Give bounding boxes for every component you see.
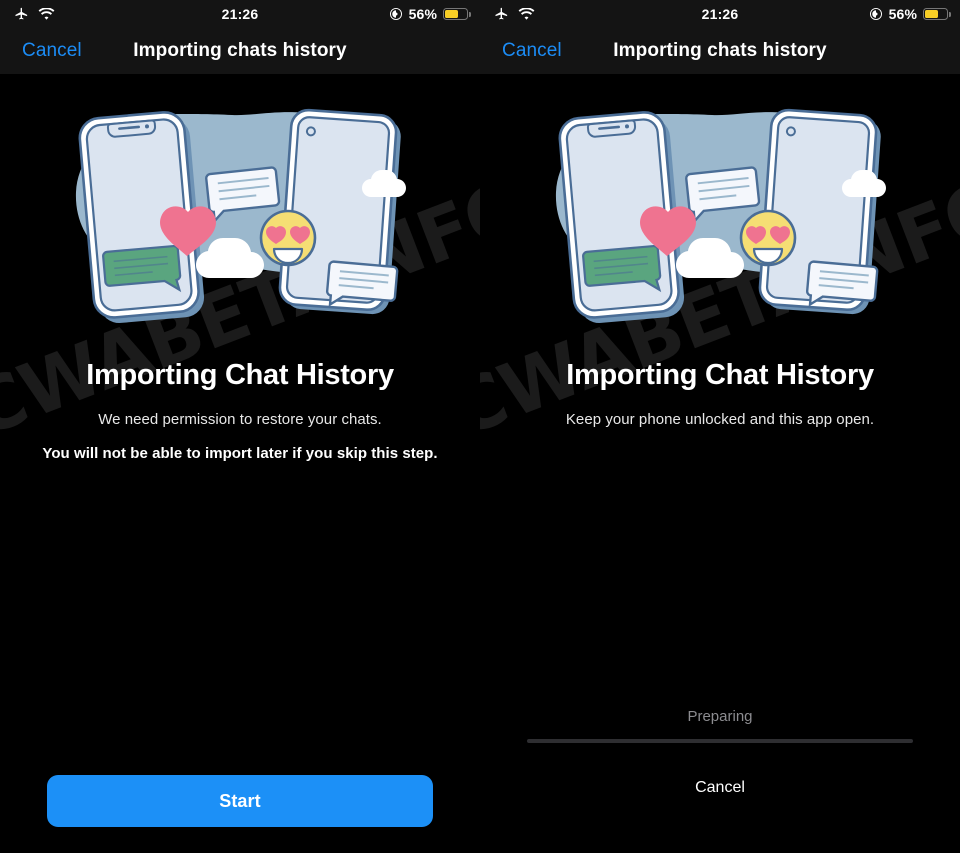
content-area: CWABETAINFO bbox=[0, 74, 480, 853]
chat-transfer-illustration bbox=[60, 88, 420, 328]
status-bar-right: 56% bbox=[389, 0, 471, 28]
start-button[interactable]: Start bbox=[47, 775, 433, 827]
panel-permission-step: 21:26 56% Cancel Importing chats history… bbox=[0, 0, 480, 853]
battery-icon bbox=[443, 8, 471, 20]
subtitle: Keep your phone unlocked and this app op… bbox=[565, 411, 875, 428]
page-title: Importing chats history bbox=[613, 40, 827, 61]
battery-percent-label: 56% bbox=[888, 6, 917, 22]
panel-progress-step: 21:26 56% Cancel Importing chats history… bbox=[480, 0, 960, 853]
battery-fill bbox=[925, 10, 939, 18]
heading: Importing Chat History bbox=[86, 359, 394, 391]
status-bar: 21:26 56% bbox=[480, 0, 960, 28]
warning-text: You will not be able to import later if … bbox=[42, 445, 438, 462]
content-area: CWABETAINFO bbox=[480, 74, 960, 853]
battery-icon bbox=[923, 8, 951, 20]
navigation-bar: Cancel Importing chats history bbox=[480, 28, 960, 74]
status-bar-right: 56% bbox=[869, 0, 951, 28]
location-icon bbox=[869, 7, 883, 21]
screenshot-pair: 21:26 56% Cancel Importing chats history… bbox=[0, 0, 960, 853]
battery-fill bbox=[445, 10, 459, 18]
status-bar: 21:26 56% bbox=[0, 0, 480, 28]
progress-bar bbox=[527, 739, 913, 743]
location-icon bbox=[389, 7, 403, 21]
progress-status-label: Preparing bbox=[687, 708, 753, 725]
navigation-bar: Cancel Importing chats history bbox=[0, 28, 480, 74]
subtitle: We need permission to restore your chats… bbox=[98, 411, 382, 428]
battery-percent-label: 56% bbox=[408, 6, 437, 22]
page-title: Importing chats history bbox=[133, 40, 347, 61]
cancel-import-button[interactable]: Cancel bbox=[480, 779, 960, 797]
heading: Importing Chat History bbox=[566, 359, 874, 391]
chat-transfer-illustration bbox=[540, 88, 900, 328]
import-progress-area: Preparing Cancel bbox=[480, 708, 960, 853]
